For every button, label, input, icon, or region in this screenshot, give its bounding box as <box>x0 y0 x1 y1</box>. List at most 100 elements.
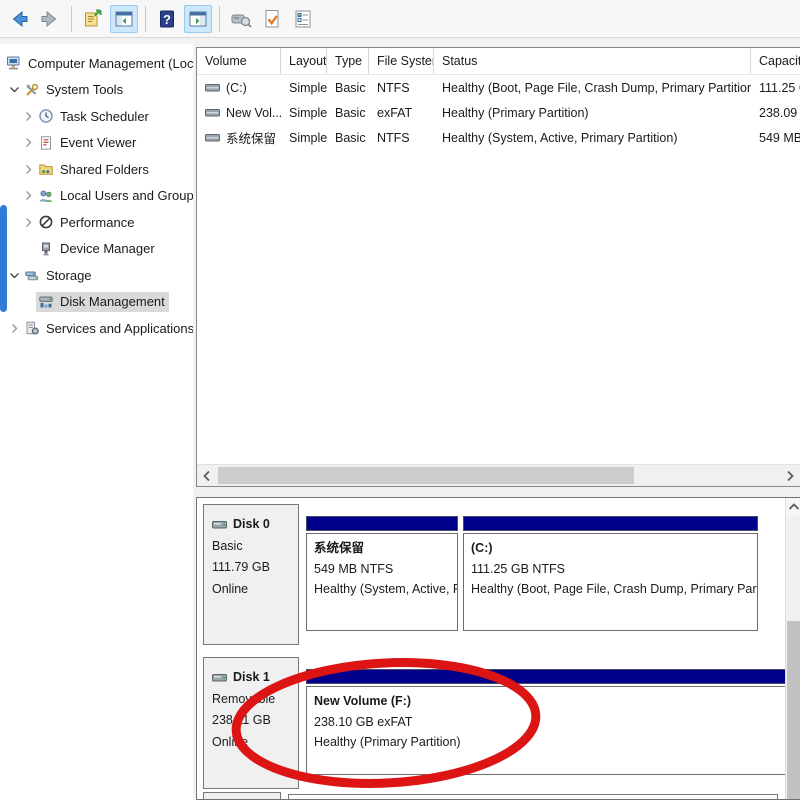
partition-title: 系统保留 <box>314 538 450 559</box>
partition-info[interactable]: 系统保留549 MB NTFSHealthy (System, Active, … <box>306 533 458 631</box>
partition-new-volume-f[interactable]: New Volume (F:)238.10 GB exFATHealthy (P… <box>306 669 787 775</box>
tree-item-content[interactable]: Services and Applications <box>22 318 193 338</box>
chevron-down-icon[interactable] <box>6 270 22 281</box>
column-header-volume[interactable]: Volume <box>197 48 281 74</box>
services-icon <box>24 320 41 336</box>
cell-volume: (C:) <box>197 80 281 96</box>
next-disk-area-stub <box>288 794 778 800</box>
chevron-right-icon[interactable] <box>20 137 36 148</box>
tree-item-event-viewer[interactable]: Event Viewer <box>0 130 193 157</box>
chevron-right-icon[interactable] <box>20 217 36 228</box>
column-header-capacity[interactable]: Capacity <box>751 48 800 74</box>
tree-item-content[interactable]: Disk Management <box>36 292 169 312</box>
scroll-up-button[interactable] <box>786 498 800 516</box>
disk-label-disk-1[interactable]: Disk 1Removable238.11 GBOnline <box>203 657 299 789</box>
tree-item-shared-folders[interactable]: Shared Folders <box>0 156 193 183</box>
tree-item-content[interactable]: Computer Management (Local) <box>4 53 193 73</box>
partition-size: 111.25 GB NTFS <box>471 559 750 580</box>
partition-info[interactable]: (C:)111.25 GB NTFSHealthy (Boot, Page Fi… <box>463 533 758 631</box>
tree-item-system-tools[interactable]: System Tools <box>0 77 193 104</box>
forward-arrow-button[interactable] <box>36 5 64 33</box>
tree-item-content[interactable]: System Tools <box>22 80 127 100</box>
partition-color-bar <box>306 516 458 531</box>
column-header-type[interactable]: Type <box>327 48 369 74</box>
scroll-left-button[interactable] <box>197 465 217 486</box>
cell-type: Basic <box>327 131 369 145</box>
computer-icon <box>6 55 23 71</box>
cell-type: Basic <box>327 106 369 120</box>
vertical-scrollbar[interactable] <box>785 498 800 799</box>
drive-icon <box>212 670 229 686</box>
scroll-right-button[interactable] <box>780 465 800 486</box>
tree-item-content[interactable]: Event Viewer <box>36 133 140 153</box>
partition-title: (C:) <box>471 538 750 559</box>
tree-item-local-users-and-groups[interactable]: Local Users and Groups <box>0 183 193 210</box>
volume-row-c[interactable]: (C:)SimpleBasicNTFSHealthy (Boot, Page F… <box>197 75 800 100</box>
check-document-icon <box>260 7 284 31</box>
partition-title: New Volume (F:) <box>314 691 779 712</box>
volume-icon <box>205 130 221 146</box>
partition-status: Healthy (Boot, Page File, Crash Dump, Pr… <box>471 579 750 600</box>
horizontal-scroll-thumb[interactable] <box>218 467 634 484</box>
chevron-right-icon[interactable] <box>20 164 36 175</box>
tree-item-device-manager[interactable]: Device Manager <box>0 236 193 263</box>
export-list-button[interactable] <box>79 5 107 33</box>
back-arrow-button[interactable] <box>5 5 33 33</box>
event-viewer-icon <box>38 135 55 151</box>
show-console-tree-button[interactable] <box>110 5 138 33</box>
show-action-pane-icon <box>186 7 210 31</box>
chevron-right-icon[interactable] <box>6 323 22 334</box>
toolbar-separator <box>145 6 146 32</box>
tree-item-label: System Tools <box>46 82 123 97</box>
tree-item-task-scheduler[interactable]: Task Scheduler <box>0 103 193 130</box>
tree-item-content[interactable]: Performance <box>36 212 138 232</box>
tree-item-storage[interactable]: Storage <box>0 262 193 289</box>
toolbar-separator <box>219 6 220 32</box>
partition-系统保留[interactable]: 系统保留549 MB NTFSHealthy (System, Active, … <box>306 516 458 631</box>
check-document-button[interactable] <box>258 5 286 33</box>
help-button[interactable]: ? <box>153 5 181 33</box>
pane-splitter[interactable] <box>196 488 800 497</box>
tree-item-services-and-applications[interactable]: Services and Applications <box>0 315 193 342</box>
export-list-icon <box>81 7 105 31</box>
column-header-layout[interactable]: Layout <box>281 48 327 74</box>
tree-item-performance[interactable]: Performance <box>0 209 193 236</box>
show-action-pane-button[interactable] <box>184 5 212 33</box>
volume-list-header: VolumeLayoutTypeFile SystemStatusCapacit… <box>197 48 800 75</box>
volume-icon <box>205 80 221 96</box>
chevron-down-icon[interactable] <box>6 84 22 95</box>
chevron-right-icon[interactable] <box>20 190 36 201</box>
volume-row-系统保留[interactable]: 系统保留SimpleBasicNTFSHealthy (System, Acti… <box>197 125 800 150</box>
tree-item-content[interactable]: Device Manager <box>36 239 159 259</box>
properties-list-button[interactable] <box>289 5 317 33</box>
column-header-status[interactable]: Status <box>434 48 751 74</box>
chevron-right-icon[interactable] <box>20 111 36 122</box>
tree-item-computer-management-local[interactable]: Computer Management (Local) <box>0 50 193 77</box>
disk-label-disk-0[interactable]: Disk 0Basic111.79 GBOnline <box>203 504 299 645</box>
tree-item-content[interactable]: Storage <box>22 265 96 285</box>
svg-text:?: ? <box>163 12 171 27</box>
volume-row-new-vol[interactable]: New Vol...SimpleBasicexFATHealthy (Prima… <box>197 100 800 125</box>
toolbar: ? <box>0 0 800 38</box>
cell-layout: Simple <box>281 131 327 145</box>
disk-view-icon <box>229 7 253 31</box>
partition-status: Healthy (Primary Partition) <box>314 732 779 753</box>
volume-list-body: (C:)SimpleBasicNTFSHealthy (Boot, Page F… <box>197 75 800 150</box>
tree-item-content[interactable]: Shared Folders <box>36 159 153 179</box>
shared-folders-icon <box>38 161 55 177</box>
tree-item-label: Event Viewer <box>60 135 136 150</box>
device-manager-icon <box>38 241 55 257</box>
tree-item-disk-management[interactable]: Disk Management <box>0 289 193 316</box>
partition-color-bar <box>463 516 758 531</box>
partition-c[interactable]: (C:)111.25 GB NTFSHealthy (Boot, Page Fi… <box>463 516 758 631</box>
horizontal-scrollbar[interactable] <box>197 464 800 486</box>
disk-view-button[interactable] <box>227 5 255 33</box>
cell-type: Basic <box>327 81 369 95</box>
vertical-scroll-thumb[interactable] <box>787 621 800 800</box>
cell-status: Healthy (Primary Partition) <box>434 106 751 120</box>
partition-info[interactable]: New Volume (F:)238.10 GB exFATHealthy (P… <box>306 686 787 775</box>
tree-item-content[interactable]: Local Users and Groups <box>36 186 193 206</box>
tree-item-content[interactable]: Task Scheduler <box>36 106 153 126</box>
task-scheduler-icon <box>38 108 55 124</box>
column-header-file-system[interactable]: File System <box>369 48 434 74</box>
